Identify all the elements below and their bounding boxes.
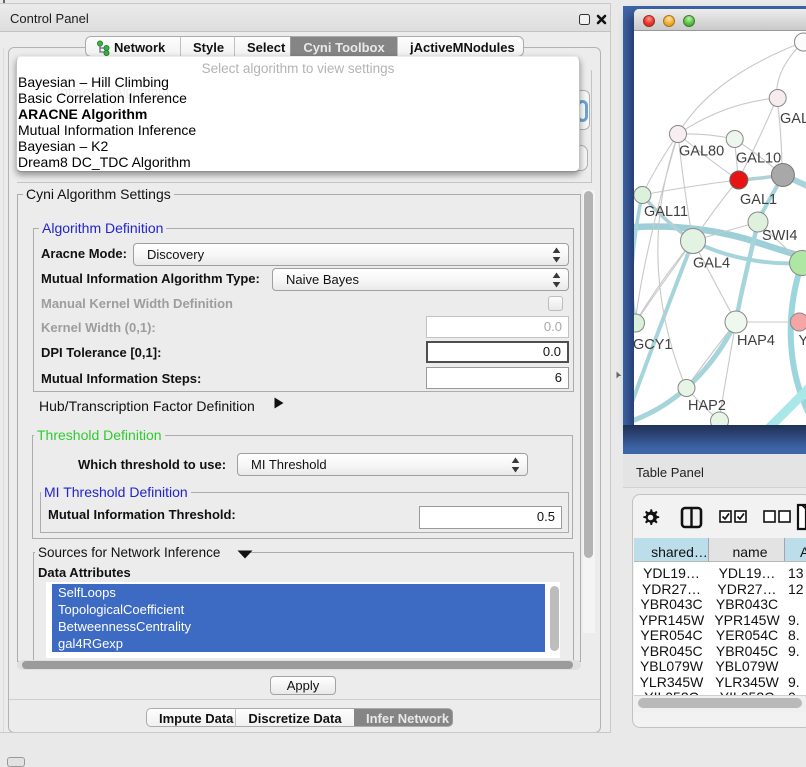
svg-text:GAL10: GAL10 [736, 151, 781, 167]
svg-text:GAL80: GAL80 [679, 144, 724, 160]
svg-text:GCY1: GCY1 [634, 337, 673, 353]
svg-text:Y: Y [799, 333, 806, 349]
svg-text:SWI4: SWI4 [762, 228, 797, 244]
svg-text:HAP4: HAP4 [737, 333, 775, 349]
svg-text:GAL4: GAL4 [693, 256, 730, 272]
svg-text:GAL7: GAL7 [780, 111, 806, 127]
svg-text:GAL1: GAL1 [740, 192, 777, 208]
svg-text:GAL11: GAL11 [644, 204, 688, 220]
svg-text:HAP2: HAP2 [688, 398, 726, 414]
